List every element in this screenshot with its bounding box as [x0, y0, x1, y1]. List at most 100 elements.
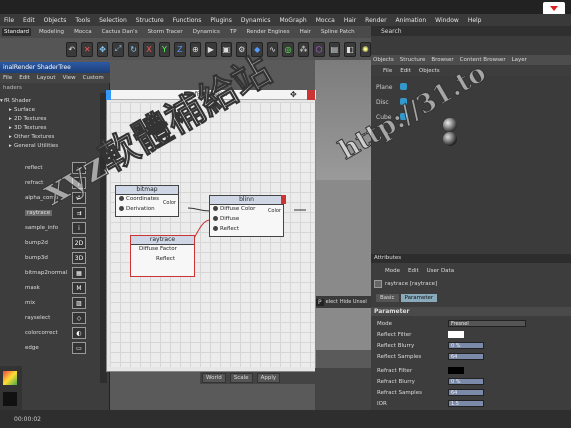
tree-item[interactable]: 3D Textures [14, 125, 46, 131]
shader-item-label[interactable]: bump3d [25, 255, 48, 261]
layout-tab[interactable]: TP [228, 28, 239, 36]
rotate-icon[interactable]: ↻ [127, 41, 140, 57]
menu-item[interactable]: Functions [173, 17, 202, 24]
shader-item-icon[interactable]: 2D [72, 237, 86, 249]
parameter-value[interactable]: 0 % [448, 378, 484, 385]
axis-y-icon[interactable]: Y [158, 41, 171, 57]
shader-item-label[interactable]: mix [25, 300, 35, 306]
menu-item[interactable]: Selection [99, 17, 127, 24]
raytrace-node[interactable]: raytrace Diffuse Factor Reflect [130, 235, 195, 277]
axis-z-icon[interactable]: Z [174, 41, 186, 57]
material-tag-icon[interactable] [443, 132, 457, 146]
material-tag-icon[interactable] [443, 118, 457, 132]
search-bar[interactable]: Search [371, 26, 571, 36]
parameter-value[interactable]: 0 % [448, 342, 484, 349]
world-dropdown[interactable]: World [202, 373, 226, 383]
parameter-value[interactable] [448, 331, 464, 338]
shader-item-icon[interactable]: 3D [72, 252, 86, 264]
tab-basic[interactable]: Basic [376, 294, 399, 302]
blinn-node[interactable]: blinn Diffuse Color Diffuse Reflect Colo… [209, 195, 284, 237]
object-row[interactable]: Disc [376, 99, 389, 106]
shader-item-label[interactable]: bitmap2normal [25, 270, 67, 276]
shader-item-label[interactable]: rayselect [25, 315, 50, 321]
attributes-menu-item[interactable]: User Data [427, 268, 454, 274]
shader-item-icon[interactable]: M [72, 282, 86, 294]
shader-item-label[interactable]: edge [25, 345, 39, 351]
shader-item-icon[interactable]: ◇ [72, 312, 86, 324]
node-port[interactable]: Derivation [116, 205, 178, 215]
menu-item[interactable]: Structure [136, 17, 164, 24]
object-menu-item[interactable]: Objects [419, 68, 440, 74]
layout-tab[interactable]: Render Engines [245, 28, 292, 36]
shader-item-label[interactable]: sample_info [25, 225, 58, 231]
bitmap-node[interactable]: bitmap Coordinates Derivation Color [115, 185, 179, 217]
expand-arrow-icon[interactable]: ▸ [9, 107, 12, 113]
layout-tab[interactable]: Mocca [72, 28, 94, 36]
object-menu-item[interactable]: Edit [400, 68, 411, 74]
shader-item-icon[interactable]: ▭ [72, 342, 86, 354]
undo-icon[interactable]: ↶ [66, 41, 78, 57]
layout-tab[interactable]: Modeling [37, 28, 66, 36]
expand-arrow-icon[interactable]: ▸ [9, 143, 12, 149]
menu-item[interactable]: Plugins [210, 17, 232, 24]
light-icon[interactable]: ✺ [359, 41, 372, 57]
shadertree-menu-item[interactable]: Layout [37, 75, 56, 81]
layout-tab[interactable]: Standard [2, 28, 32, 36]
node-port[interactable]: Reflect [131, 255, 194, 265]
object-tab[interactable]: Layer [512, 57, 527, 63]
shader-item-icon[interactable]: ▦ [72, 267, 86, 279]
visibility-dot-icon[interactable] [400, 83, 407, 90]
object-tab[interactable]: Objects [373, 57, 394, 63]
layout-tab[interactable]: Spline Patch [319, 28, 357, 36]
shader-item-icon[interactable]: i [72, 222, 86, 234]
tree-item[interactable]: General Utilities [14, 143, 58, 149]
expand-arrow-icon[interactable]: ▸ [9, 134, 12, 140]
shadertree-menu-item[interactable]: File [3, 75, 12, 81]
menu-item[interactable]: Window [435, 17, 459, 24]
axis-x-icon[interactable]: X [143, 41, 155, 57]
shadertree-menu-item[interactable]: Edit [19, 75, 30, 81]
menu-item[interactable]: Objects [44, 17, 67, 24]
tree-item[interactable]: Other Textures [14, 134, 54, 140]
node-port[interactable]: Diffuse Factor [131, 245, 194, 255]
node-port[interactable]: Reflect [210, 225, 283, 235]
expand-arrow-icon[interactable]: ▸ [9, 125, 12, 131]
material-close-icon[interactable] [307, 90, 315, 100]
tab-parameter[interactable]: Parameter [400, 294, 438, 302]
tree-item[interactable]: fR Shader [4, 98, 31, 104]
object-tab[interactable]: Browser [431, 57, 453, 63]
shader-item-icon[interactable]: ▨ [72, 297, 86, 309]
live-selection-icon[interactable]: ✕ [81, 41, 93, 57]
parameter-value[interactable]: 64 [448, 353, 484, 360]
menu-item[interactable]: Tools [75, 17, 90, 24]
attributes-menu-item[interactable]: Edit [408, 268, 419, 274]
nurbs-icon[interactable]: ◎ [282, 41, 294, 57]
menu-item[interactable]: Help [468, 17, 482, 24]
object-tab[interactable]: Structure [400, 57, 426, 63]
layout-tab[interactable]: Storm Tracer [146, 28, 185, 36]
material-swatch[interactable] [3, 392, 17, 406]
material-swatch[interactable] [3, 371, 17, 385]
material-swatches[interactable] [0, 366, 22, 410]
tree-item[interactable]: Surface [14, 107, 35, 113]
object-row[interactable]: Plane [376, 84, 392, 91]
world-axis-icon[interactable]: ⊕ [189, 41, 202, 57]
menu-item[interactable]: Render [365, 17, 386, 24]
move-icon[interactable]: ✥ [96, 41, 109, 57]
tree-item[interactable]: 2D Textures [14, 116, 46, 122]
material-move-icon[interactable]: ✥ [290, 90, 297, 99]
expand-arrow-icon[interactable]: ▾ [0, 98, 3, 104]
spline-icon[interactable]: ∿ [266, 41, 279, 57]
shader-item-label[interactable]: raytrace [25, 210, 53, 216]
apply-button[interactable]: Apply [256, 373, 281, 383]
node-close-icon[interactable] [281, 195, 286, 204]
parameter-value[interactable]: Fresnel [448, 320, 526, 327]
menu-item[interactable]: Hair [344, 17, 356, 24]
menu-item[interactable]: Mocca [316, 17, 335, 24]
parameter-value[interactable]: 1.5 [448, 400, 484, 407]
select-label[interactable]: elect [326, 299, 338, 305]
menu-item[interactable]: Dynamics [241, 17, 271, 24]
menu-item[interactable]: Edit [23, 17, 35, 24]
parameter-value[interactable]: 64 [448, 389, 484, 396]
attributes-menu-item[interactable]: Mode [385, 268, 400, 274]
